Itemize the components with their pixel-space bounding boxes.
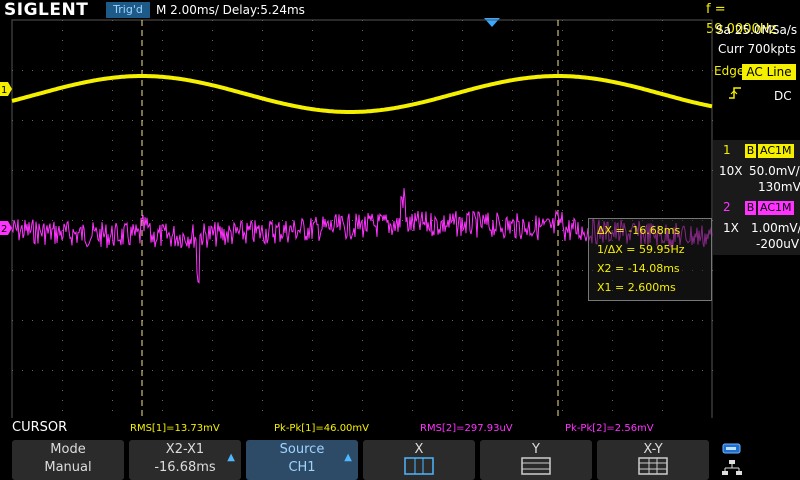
ch2-coupling: AC1M bbox=[758, 201, 794, 215]
x-cursor-softkey[interactable]: X bbox=[363, 440, 475, 480]
ch2-bandwidth-limit: B bbox=[745, 201, 756, 215]
y-cursor-icon bbox=[521, 457, 551, 475]
adjust-knob-icon: ▲ bbox=[227, 452, 235, 463]
xy-cursor-label: X-Y bbox=[643, 442, 663, 457]
cursor-delta-x: ΔX = -16.68ms bbox=[597, 224, 681, 237]
ch2-number: 2 bbox=[723, 200, 731, 214]
cursor-x1-value: X1 = 2.600ms bbox=[597, 281, 676, 294]
trigger-position-icon[interactable] bbox=[484, 18, 500, 27]
network-icon bbox=[722, 460, 742, 475]
menu-title: CURSOR bbox=[12, 420, 68, 435]
measure-pkpk1: Pk-Pk[1]=46.00mV bbox=[274, 423, 370, 434]
x-cursor-label: X bbox=[414, 442, 424, 457]
source-softkey[interactable]: Source CH1 ▲ bbox=[246, 440, 358, 480]
measure-rms1: RMS[1]=13.73mV bbox=[130, 423, 220, 434]
cursor-inverse-delta-x: 1/ΔX = 59.95Hz bbox=[597, 243, 685, 256]
ch1-offset: 130mV bbox=[758, 180, 800, 194]
ch1-coupling: AC1M bbox=[758, 144, 794, 158]
trigger-status-badge: Trig'd bbox=[106, 2, 150, 18]
ch2-marker-label: 2 bbox=[1, 224, 7, 235]
sample-rate: Sa 25.0MSa/s bbox=[716, 23, 798, 37]
ch1-scale: 50.0mV/ bbox=[749, 164, 800, 178]
memory-depth: Curr 700kpts bbox=[718, 42, 796, 56]
trigger-type[interactable]: Edge bbox=[714, 64, 744, 78]
measure-pkpk2: Pk-Pk[2]=2.56mV bbox=[565, 423, 654, 434]
source-value: CH1 bbox=[288, 460, 316, 475]
adjust-knob-icon: ▲ bbox=[344, 452, 352, 463]
ch2-scale: 1.00mV/ bbox=[751, 221, 800, 235]
source-label: Source bbox=[279, 442, 325, 457]
xy-cursor-icon bbox=[638, 457, 668, 475]
mode-softkey[interactable]: Mode Manual bbox=[12, 440, 124, 480]
cursor-x2-value: X2 = -14.08ms bbox=[597, 262, 680, 275]
trigger-source[interactable]: AC Line bbox=[742, 64, 796, 80]
usb-icon bbox=[722, 443, 741, 454]
ch2-offset-marker[interactable]: 2 bbox=[0, 221, 12, 235]
ch1-number: 1 bbox=[723, 143, 731, 157]
x2-x1-softkey[interactable]: X2-X1 -16.68ms ▲ bbox=[129, 440, 241, 480]
ch2-probe: 1X bbox=[723, 221, 739, 235]
ch1-waveform bbox=[11, 74, 713, 114]
trigger-coupling: DC bbox=[774, 89, 792, 103]
x2-x1-value: -16.68ms bbox=[154, 460, 216, 475]
brand-logo: SIGLENT bbox=[4, 0, 89, 20]
rising-edge-icon bbox=[729, 87, 741, 99]
ch1-bandwidth-limit: B bbox=[745, 144, 756, 158]
ch2-settings-panel[interactable]: 2 B AC1M 1X 1.00mV/ -200uV bbox=[713, 197, 800, 255]
y-cursor-softkey[interactable]: Y bbox=[480, 440, 592, 480]
ch1-offset-marker[interactable]: 1 bbox=[0, 82, 12, 96]
mode-label: Mode bbox=[50, 442, 86, 457]
y-cursor-label: Y bbox=[532, 442, 540, 457]
xy-cursor-softkey[interactable]: X-Y bbox=[597, 440, 709, 480]
ch1-marker-label: 1 bbox=[1, 85, 7, 96]
measure-rms2: RMS[2]=297.93uV bbox=[420, 423, 513, 434]
ch2-offset: -200uV bbox=[756, 237, 800, 251]
ch1-probe: 10X bbox=[719, 164, 743, 178]
x2-x1-label: X2-X1 bbox=[165, 442, 205, 457]
ch1-settings-panel[interactable]: 1 B AC1M 10X 50.0mV/ 130mV bbox=[713, 140, 800, 198]
cursor-info-box: ΔX = -16.68ms 1/ΔX = 59.95Hz X2 = -14.08… bbox=[588, 218, 712, 301]
mode-value: Manual bbox=[44, 460, 92, 475]
timebase-readout[interactable]: M 2.00ms/ Delay:5.24ms bbox=[156, 0, 305, 20]
x-cursor-icon bbox=[404, 457, 434, 475]
